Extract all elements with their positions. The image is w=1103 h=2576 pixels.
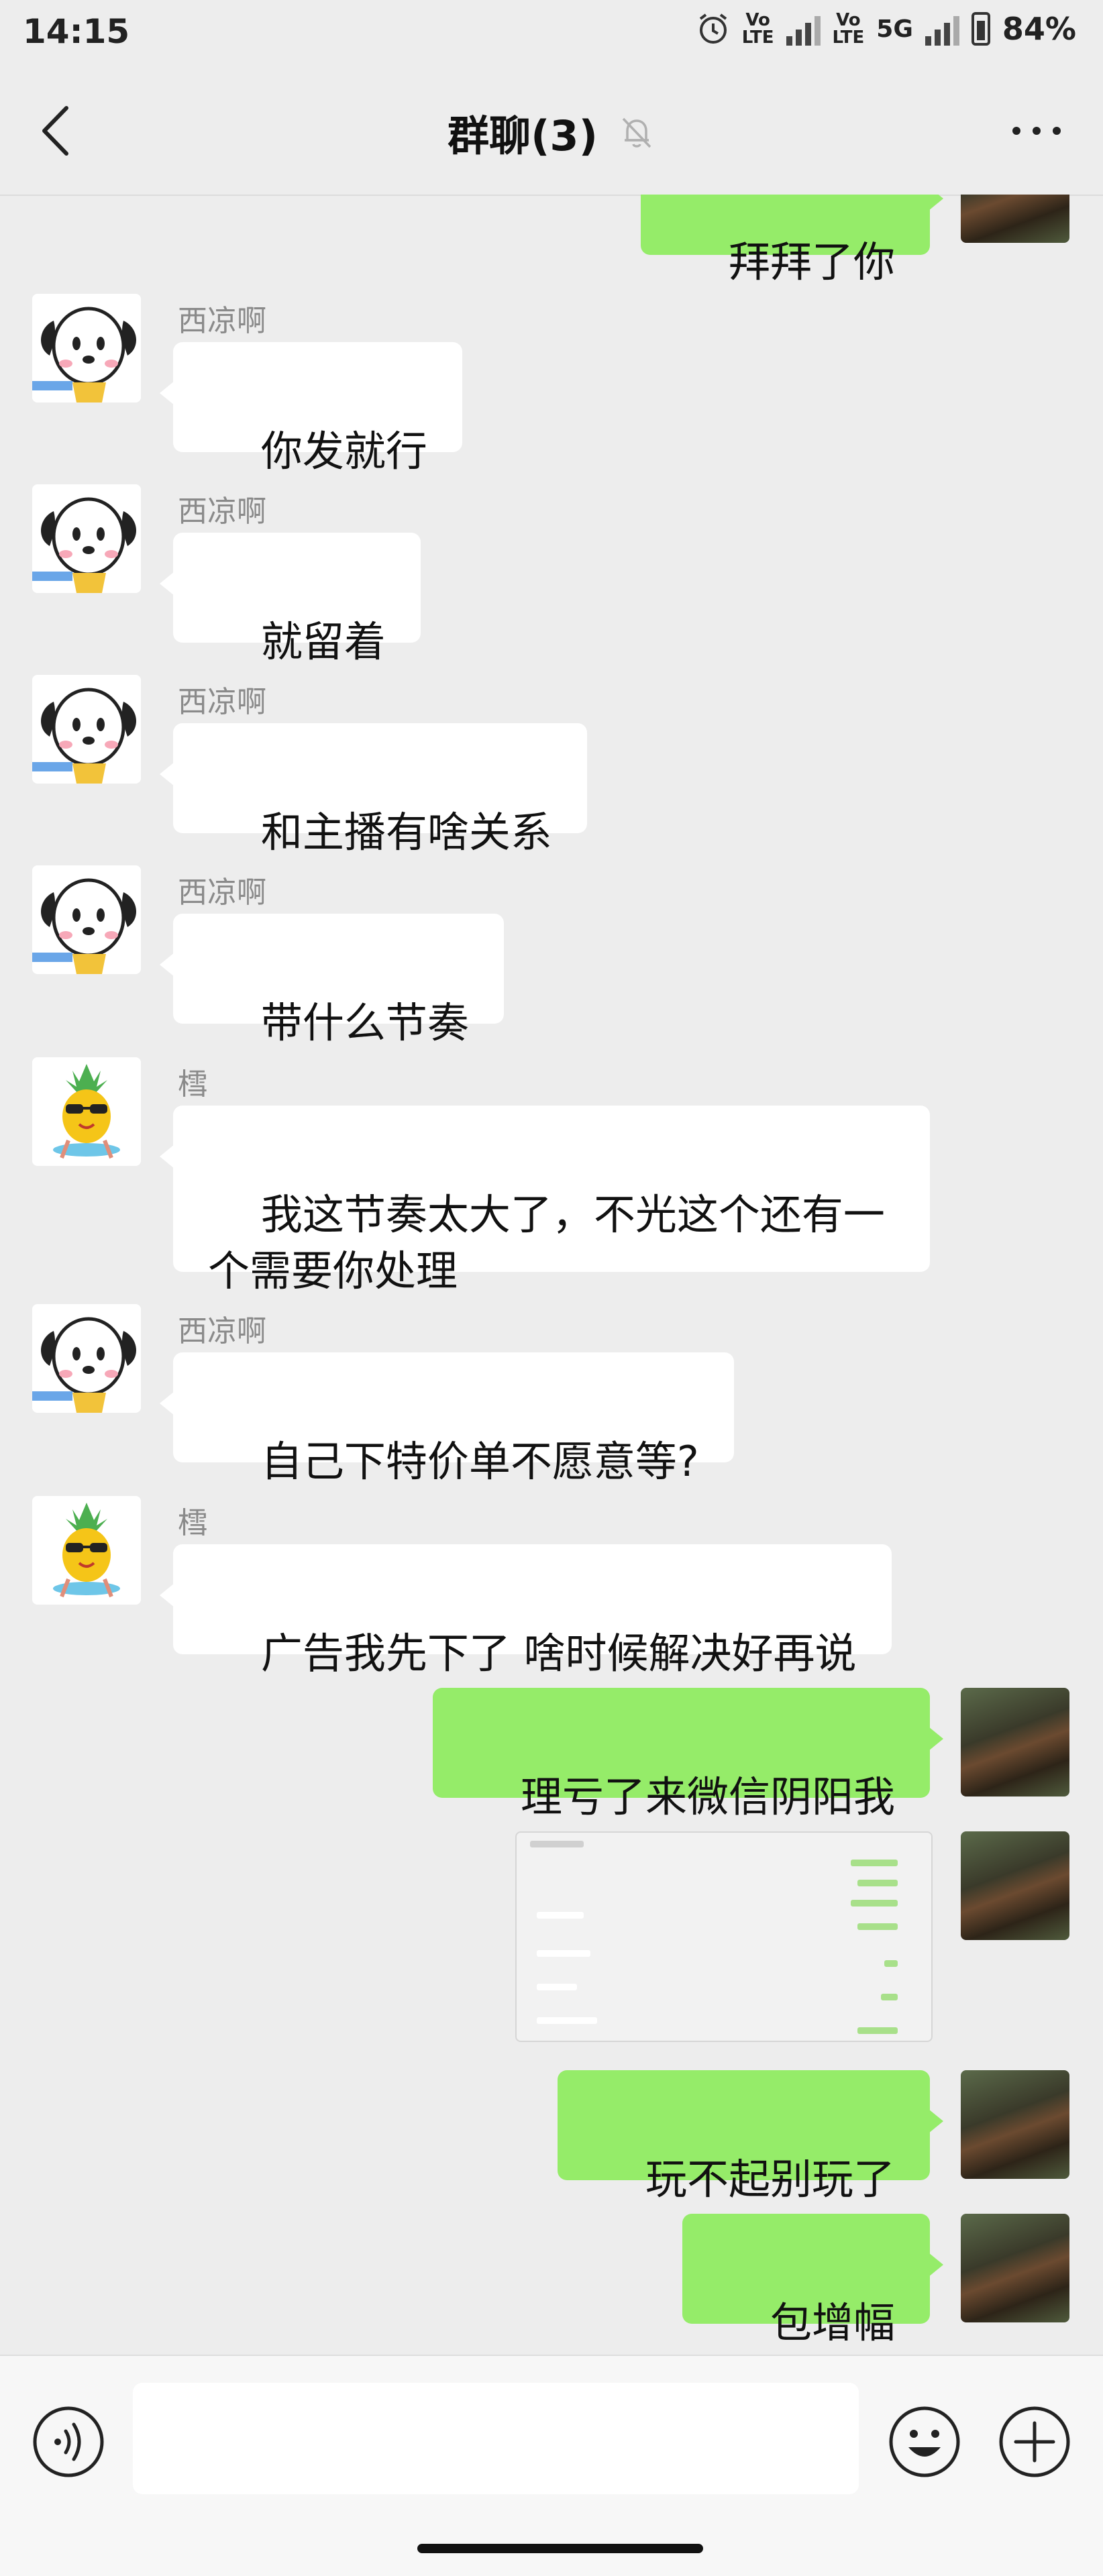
message-text: 就留着 (260, 617, 386, 666)
avatar-xiliang[interactable] (32, 865, 141, 974)
volte-label-2: Vo LTE (832, 10, 865, 48)
avatar-xiliang[interactable] (32, 1304, 141, 1413)
more-options-icon[interactable] (1006, 117, 1067, 144)
voice-input-icon[interactable] (31, 2404, 106, 2479)
message-bubble-outgoing[interactable]: 理亏了来微信阴阳我 (433, 1688, 943, 1821)
message-bubble-incoming[interactable]: 就留着 (160, 533, 421, 666)
battery-percent: 84% (1002, 11, 1076, 47)
sender-name: 西凉啊 (178, 494, 266, 529)
image-message[interactable] (515, 1831, 933, 2042)
message-text: 自己下特价单不愿意等? (260, 1437, 699, 1486)
message-bubble-incoming[interactable]: 我这节奏太大了，不光这个还有一 个需要你处理 (160, 1106, 930, 1295)
message-input[interactable] (133, 2383, 859, 2494)
message-text: 广告我先下了 啥时候解决好再说 (260, 1629, 857, 1678)
message-bubble-incoming[interactable]: 自己下特价单不愿意等? (160, 1352, 734, 1486)
avatar-xiliang[interactable] (32, 484, 141, 593)
signal-icon-1 (786, 12, 821, 46)
message-bubble-incoming[interactable]: 和主播有啥关系 (160, 723, 587, 857)
emoji-icon[interactable] (887, 2404, 962, 2479)
message-text: 和主播有啥关系 (260, 808, 552, 857)
my-avatar[interactable] (961, 2214, 1069, 2322)
add-more-icon[interactable] (997, 2404, 1072, 2479)
avatar-xiliang[interactable] (32, 675, 141, 784)
volte-label-1: Vo LTE (741, 10, 774, 48)
message-bubble-incoming[interactable]: 广告我先下了 啥时候解决好再说 (160, 1544, 892, 1678)
my-avatar[interactable] (961, 1688, 1069, 1796)
sender-name: 西凉啊 (178, 685, 266, 719)
pineapple-avatar-icon (32, 1496, 141, 1605)
chat-title-wrap: 群聊(3) (0, 102, 1103, 162)
dog-avatar-icon (32, 1304, 141, 1413)
dog-avatar-icon (32, 294, 141, 402)
dog-avatar-icon (32, 484, 141, 593)
sender-name: 樰 (178, 1067, 207, 1102)
status-bar: 14:15 Vo LTE Vo LTE 5G 84% (0, 0, 1103, 67)
signal-icon-2 (925, 12, 959, 46)
message-text: 理亏了来微信阴阳我 (520, 1772, 895, 1821)
message-bubble-outgoing[interactable]: 玩不起别玩了 (558, 2070, 943, 2204)
mute-bell-icon (622, 117, 651, 148)
sender-name: 西凉啊 (178, 1314, 266, 1348)
dog-avatar-icon (32, 675, 141, 784)
my-avatar[interactable] (961, 2070, 1069, 2179)
dog-avatar-icon (32, 865, 141, 974)
message-bubble-incoming[interactable]: 带什么节奏 (160, 914, 504, 1047)
network-type: 5G (876, 15, 913, 43)
home-indicator[interactable] (417, 2544, 703, 2553)
sender-name: 樰 (178, 1506, 207, 1540)
message-text: 玩不起别玩了 (645, 2155, 895, 2204)
status-icons: Vo LTE Vo LTE 5G 84% (696, 11, 1076, 47)
chat-header: 群聊(3) (0, 67, 1103, 196)
input-bar (0, 2355, 1103, 2514)
my-avatar[interactable] (961, 195, 1069, 243)
status-time: 14:15 (23, 12, 130, 51)
message-list[interactable]: 拜拜了你 西凉啊 你发就行 西凉啊 就留着 西凉啊 和主播有啥关系 西凉啊 带什… (0, 195, 1103, 2355)
sender-name: 西凉啊 (178, 875, 266, 910)
message-text: 我这节奏太大了，不光这个还有一 个需要你处理 (208, 1190, 885, 1295)
message-text: 你发就行 (260, 427, 427, 476)
avatar-xue[interactable] (32, 1057, 141, 1166)
alarm-icon (699, 13, 727, 44)
message-text: 拜拜了你 (728, 237, 895, 286)
avatar-xiliang[interactable] (32, 294, 141, 402)
my-avatar[interactable] (961, 1831, 1069, 1940)
message-text: 带什么节奏 (260, 998, 469, 1047)
battery-icon (971, 12, 990, 46)
pineapple-avatar-icon (32, 1057, 141, 1166)
avatar-xue[interactable] (32, 1496, 141, 1605)
chat-title: 群聊(3) (448, 111, 598, 160)
sender-name: 西凉啊 (178, 304, 266, 338)
message-bubble-incoming[interactable]: 你发就行 (160, 342, 462, 476)
message-text: 包增幅 (770, 2298, 895, 2347)
message-bubble-outgoing[interactable]: 包增幅 (682, 2214, 943, 2347)
message-bubble-outgoing[interactable]: 拜拜了你 (641, 195, 943, 286)
